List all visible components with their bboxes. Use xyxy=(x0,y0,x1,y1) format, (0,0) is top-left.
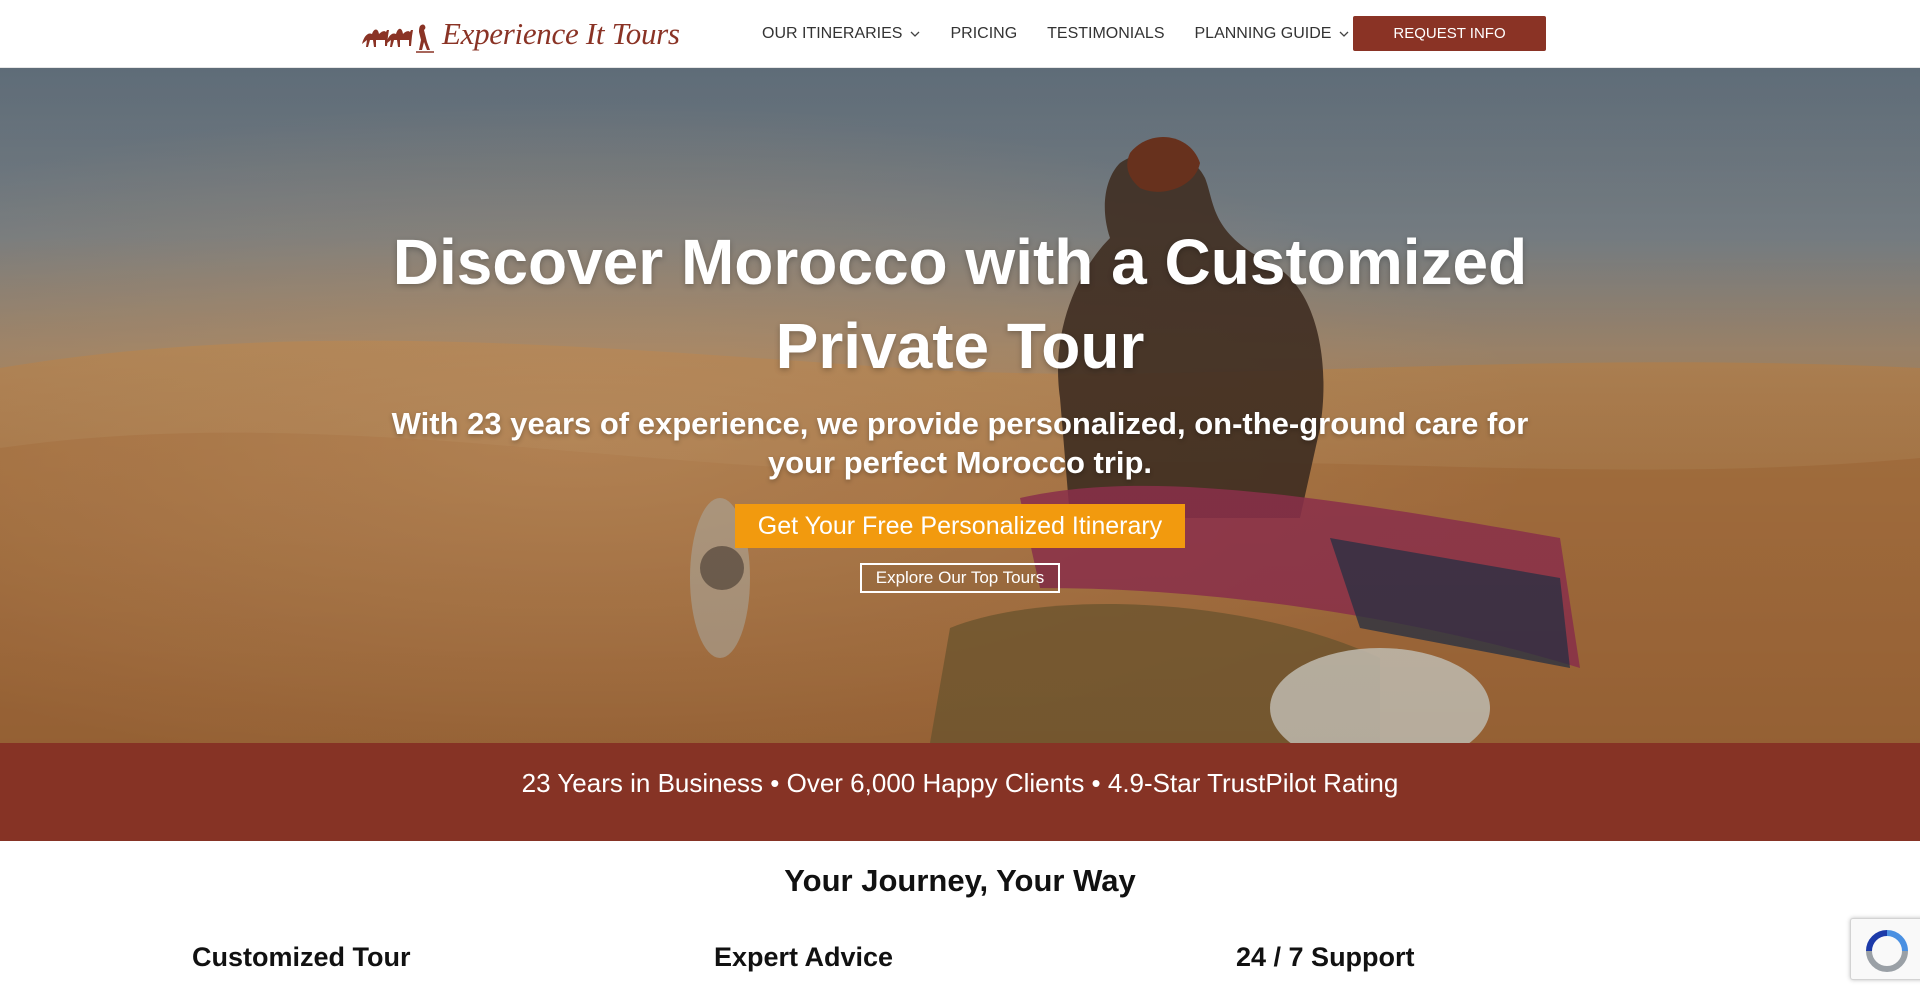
nav-item-testimonials[interactable]: TESTIMONIALS xyxy=(1047,25,1164,43)
hero-title: Discover Morocco with a Customized Priva… xyxy=(392,226,1528,382)
stats-band: 23 Years in Business • Over 6,000 Happy … xyxy=(0,743,1920,841)
free-itinerary-button[interactable]: Get Your Free Personalized Itinerary xyxy=(735,504,1185,548)
explore-top-tours-button[interactable]: Explore Our Top Tours xyxy=(860,563,1060,593)
nav-item-our-itineraries[interactable]: OUR ITINERARIES xyxy=(762,25,920,43)
hero-content: Discover Morocco with a Customized Priva… xyxy=(0,68,1920,743)
chevron-down-icon xyxy=(911,31,920,37)
feature-support-title: 24 / 7 Support xyxy=(1236,942,1415,972)
camel-caravan-logo-icon xyxy=(362,24,434,53)
stats-text: 23 Years in Business • Over 6,000 Happy … xyxy=(521,767,1399,798)
hero-subtitle: With 23 years of experience, we provide … xyxy=(391,406,1529,480)
recaptcha-icon xyxy=(1866,930,1908,972)
logo-text: Experience It Tours xyxy=(442,16,680,51)
chevron-down-icon xyxy=(1339,31,1349,37)
nav-item-label: OUR ITINERARIES xyxy=(762,25,903,42)
section-title: Your Journey, Your Way xyxy=(784,863,1136,898)
feature-customized-tour-title: Customized Tour xyxy=(192,942,411,972)
nav-item-pricing[interactable]: PRICING xyxy=(950,25,1017,43)
nav-item-label: PLANNING GUIDE xyxy=(1194,25,1332,42)
site-logo[interactable]: Experience It Tours xyxy=(360,12,680,56)
hero-section: Discover Morocco with a Customized Priva… xyxy=(0,68,1920,743)
nav-item-label: TESTIMONIALS xyxy=(1047,25,1165,42)
site-header: Experience It Tours OUR ITINERARIES PRIC… xyxy=(0,0,1920,68)
main-nav: OUR ITINERARIES PRICING TESTIMONIALS PLA… xyxy=(762,0,1379,68)
request-info-button[interactable]: REQUEST INFO xyxy=(1353,16,1546,51)
nav-item-label: PRICING xyxy=(950,25,1018,42)
recaptcha-badge[interactable] xyxy=(1850,918,1920,980)
feature-expert-advice-title: Expert Advice xyxy=(714,942,894,972)
nav-item-planning-guide[interactable]: PLANNING GUIDE xyxy=(1195,25,1350,43)
